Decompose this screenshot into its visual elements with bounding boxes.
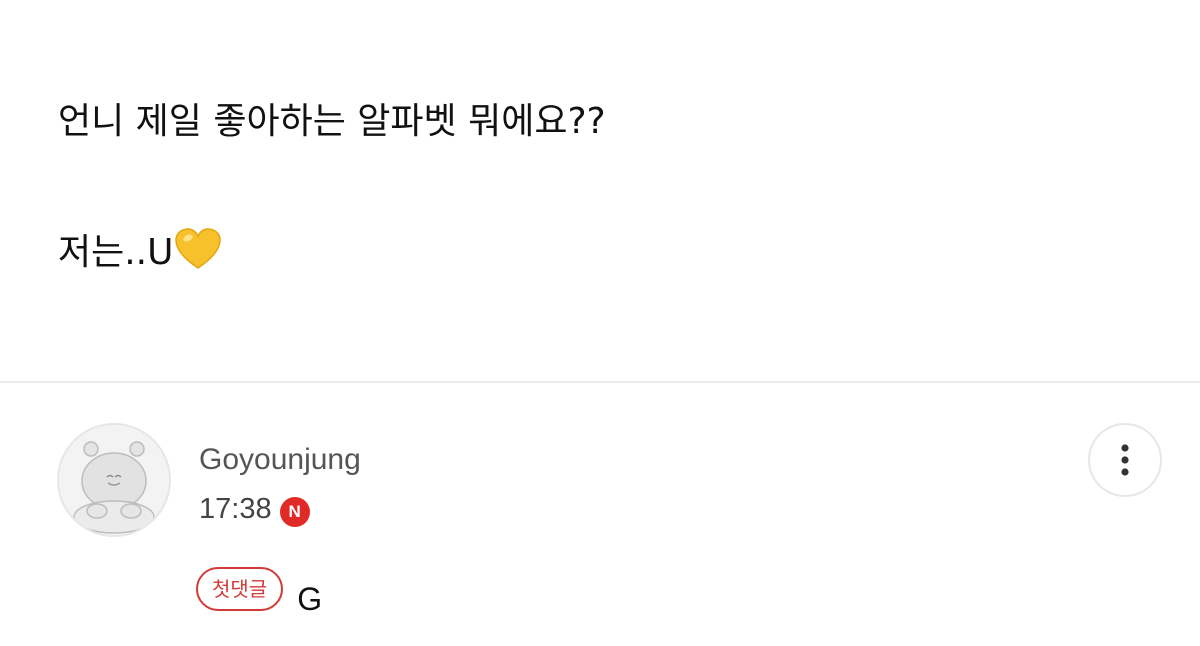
comment-content: 첫댓글 G [196, 557, 322, 621]
post-text-line-1: 언니 제일 좋아하는 알파벳 뭐에요?? [58, 101, 606, 142]
comment-meta: 17:38 N [199, 490, 310, 528]
bear-character-avatar-icon [59, 425, 169, 535]
comment-author[interactable]: Goyounjung [199, 441, 361, 479]
post-text-line-2: 저는..U [58, 228, 1138, 283]
yellow-heart-icon [175, 228, 222, 283]
post-body: 언니 제일 좋아하는 알파벳 뭐에요?? 저는..U [58, 98, 1138, 283]
comment-text: G [297, 581, 323, 617]
first-comment-badge: 첫댓글 [196, 567, 284, 611]
new-badge: N [279, 497, 310, 527]
avatar[interactable] [57, 423, 171, 537]
post-text-line-2-text: 저는..U [58, 232, 174, 273]
vertical-ellipsis-icon [1121, 444, 1129, 476]
divider [0, 381, 1200, 383]
more-options-button[interactable] [1088, 423, 1162, 497]
comment-time: 17:38 [199, 493, 272, 525]
